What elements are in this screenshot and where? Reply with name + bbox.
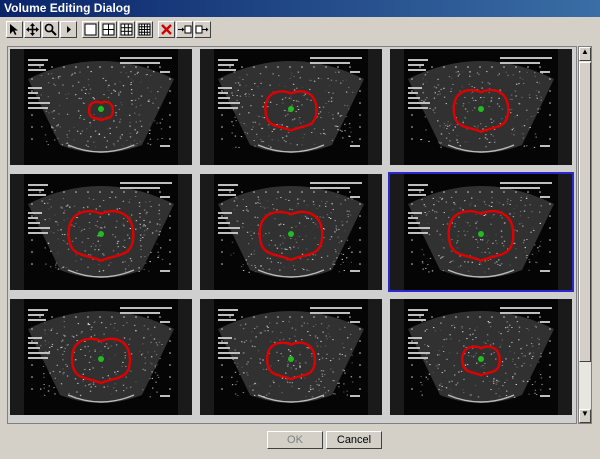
window-title: Volume Editing Dialog (4, 1, 131, 15)
layout-3x3-icon (120, 23, 133, 36)
layout-2x2-icon (102, 23, 115, 36)
insert-before-button[interactable] (176, 21, 193, 38)
center-marker[interactable] (478, 231, 484, 237)
layout-2x2-button[interactable] (100, 21, 117, 38)
center-marker[interactable] (98, 231, 104, 237)
center-marker[interactable] (478, 106, 484, 112)
scroll-up-button[interactable]: ▲ (579, 47, 591, 61)
ok-button[interactable]: OK (267, 431, 323, 449)
center-marker[interactable] (98, 106, 104, 112)
center-marker[interactable] (98, 356, 104, 362)
ultrasound-image (390, 174, 572, 290)
delete-icon (161, 24, 172, 35)
ultrasound-slice[interactable] (388, 172, 574, 292)
ultrasound-image (10, 299, 192, 415)
zoom-icon (44, 23, 57, 36)
layout-3x3-button[interactable] (118, 21, 135, 38)
ultrasound-slice[interactable] (198, 47, 384, 167)
arrow-down-icon: ▼ (581, 409, 589, 418)
pointer-icon (10, 24, 18, 35)
insert-before-icon (178, 25, 192, 34)
pointer-tool-button[interactable] (6, 21, 23, 38)
ultrasound-slice[interactable] (198, 297, 384, 417)
ultrasound-image (10, 49, 192, 165)
center-marker[interactable] (478, 356, 484, 362)
toolbar (6, 21, 426, 41)
arrow-up-icon: ▲ (581, 47, 589, 56)
delete-slice-button[interactable] (158, 21, 175, 38)
ultrasound-image (10, 174, 192, 290)
center-marker[interactable] (288, 106, 294, 112)
ultrasound-image (390, 299, 572, 415)
center-marker[interactable] (288, 231, 294, 237)
layout-1x1-button[interactable] (82, 21, 99, 38)
volume-editing-dialog: Volume Editing Dialog ▲ ▼ OK Cancel (0, 0, 600, 459)
ultrasound-image (200, 49, 382, 165)
scroll-down-button[interactable]: ▼ (579, 409, 591, 423)
layout-4x4-icon (138, 23, 151, 36)
image-grid (7, 46, 577, 424)
title-bar: Volume Editing Dialog (0, 0, 600, 17)
insert-after-icon (195, 25, 209, 34)
play-icon (67, 26, 71, 33)
ultrasound-image (390, 49, 572, 165)
move-tool-button[interactable] (24, 21, 41, 38)
ultrasound-slice[interactable] (8, 172, 194, 292)
layout-4x4-button[interactable] (136, 21, 153, 38)
vertical-scrollbar[interactable]: ▲ ▼ (578, 46, 592, 424)
cancel-button[interactable]: Cancel (326, 431, 382, 449)
ultrasound-slice[interactable] (388, 47, 574, 167)
play-tool-button[interactable] (60, 21, 77, 38)
move-icon (26, 23, 39, 36)
insert-after-button[interactable] (194, 21, 211, 38)
layout-1x1-icon (84, 23, 97, 36)
scrollbar-thumb[interactable] (579, 62, 591, 362)
ultrasound-slice[interactable] (8, 47, 194, 167)
ultrasound-slice[interactable] (8, 297, 194, 417)
ultrasound-image (200, 299, 382, 415)
zoom-tool-button[interactable] (42, 21, 59, 38)
center-marker[interactable] (288, 356, 294, 362)
ultrasound-image (200, 174, 382, 290)
ultrasound-slice[interactable] (198, 172, 384, 292)
ultrasound-slice[interactable] (388, 297, 574, 417)
